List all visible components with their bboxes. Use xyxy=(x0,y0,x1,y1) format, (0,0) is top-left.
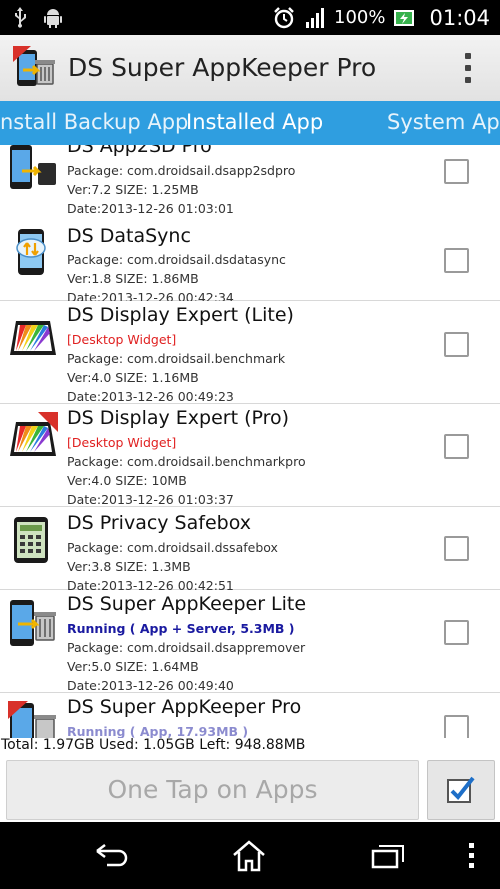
app-date: Date:2013-12-26 01:03:37 xyxy=(67,492,234,507)
appkeeper-pro-icon xyxy=(8,701,56,738)
display-expert-pro-icon xyxy=(10,412,58,456)
running-status: Running ( App, 17.93MB ) xyxy=(67,724,249,738)
datasync-icon xyxy=(16,229,46,275)
app-checkbox[interactable] xyxy=(444,332,469,357)
action-bar: DS Super AppKeeper Pro xyxy=(0,35,500,102)
usb-icon xyxy=(15,7,26,28)
alarm-icon xyxy=(274,6,294,28)
select-all-button[interactable] xyxy=(427,760,495,820)
status-bar: 100% 01:04 xyxy=(0,0,500,35)
app-checkbox[interactable] xyxy=(444,434,469,459)
app-list[interactable]: DS App2SD Pro Package: com.droidsail.dsa… xyxy=(0,145,500,738)
tab-installed-app[interactable]: Installed App xyxy=(186,110,323,134)
app-checkbox[interactable] xyxy=(444,248,469,273)
app-package: Package: com.droidsail.dsapp2sdpro xyxy=(67,163,296,178)
list-item[interactable]: DS Display Expert (Pro) [Desktop Widget]… xyxy=(0,404,500,507)
app-package: Package: com.droidsail.dsappremover xyxy=(67,640,306,655)
navigation-bar xyxy=(0,822,500,889)
app-package: Package: com.droidsail.benchmark xyxy=(67,351,286,366)
app-date: Date:2013-12-26 00:49:40 xyxy=(67,678,234,693)
bottom-action-bar: One Tap on Apps xyxy=(0,756,500,822)
desktop-widget-tag: [Desktop Widget] xyxy=(67,435,177,450)
app-name: DS Super AppKeeper Lite xyxy=(67,593,307,615)
list-item[interactable]: DS App2SD Pro Package: com.droidsail.dsa… xyxy=(0,145,500,220)
list-item[interactable]: DS Super AppKeeper Lite Running ( App + … xyxy=(0,590,500,693)
battery-charging-icon xyxy=(394,9,415,26)
app-name: DS Display Expert (Pro) xyxy=(67,407,290,429)
app-name: DS Super AppKeeper Pro xyxy=(67,696,302,718)
app-checkbox[interactable] xyxy=(444,620,469,645)
app-version-size: Ver:1.8 SIZE: 1.86MB xyxy=(67,271,199,286)
desktop-widget-tag: [Desktop Widget] xyxy=(67,332,177,347)
app-package: Package: com.droidsail.benchmarkpro xyxy=(67,454,306,469)
list-item[interactable]: DS Super AppKeeper Pro Running ( App, 17… xyxy=(0,693,500,738)
app-version-size: Ver:7.2 SIZE: 1.25MB xyxy=(67,182,199,197)
app-name: DS App2SD Pro xyxy=(67,145,212,157)
app-keeper-pro-icon[interactable] xyxy=(13,44,59,92)
app-version-size: Ver:3.8 SIZE: 1.3MB xyxy=(67,559,191,574)
app-version-size: Ver:5.0 SIZE: 1.64MB xyxy=(67,659,199,674)
overflow-menu-icon[interactable] xyxy=(464,53,472,83)
storage-summary: Total: 1.97GB Used: 1.05GB Left: 948.88M… xyxy=(1,737,306,753)
check-icon xyxy=(447,776,475,803)
app-package: Package: com.droidsail.dsdatasync xyxy=(67,252,286,267)
privacy-safebox-icon xyxy=(14,517,48,563)
tab-install-backup-app[interactable]: nstall Backup App xyxy=(0,110,188,134)
app-checkbox[interactable] xyxy=(444,715,469,738)
app-checkbox[interactable] xyxy=(444,536,469,561)
running-status: Running ( App + Server, 5.3MB ) xyxy=(67,621,295,636)
app-version-size: Ver:4.0 SIZE: 1.16MB xyxy=(67,370,199,385)
home-icon[interactable] xyxy=(231,839,267,873)
android-icon xyxy=(44,9,62,28)
app-version-size: Ver:4.0 SIZE: 10MB xyxy=(67,473,187,488)
menu-icon[interactable] xyxy=(467,839,477,873)
tab-system-app[interactable]: System App xyxy=(387,110,500,134)
appkeeper-lite-icon xyxy=(10,600,56,646)
list-item[interactable]: DS Privacy Safebox Package: com.droidsai… xyxy=(0,507,500,593)
app-name: DS Privacy Safebox xyxy=(67,512,251,534)
list-item[interactable]: DS DataSync Package: com.droidsail.dsdat… xyxy=(0,219,500,305)
tab-bar: nstall Backup App Installed App System A… xyxy=(0,101,500,145)
app2sd-pro-icon xyxy=(10,145,56,189)
app-title: DS Super AppKeeper Pro xyxy=(68,53,377,82)
clock: 01:04 xyxy=(429,5,490,30)
app-date: Date:2013-12-26 00:49:23 xyxy=(67,389,234,404)
recent-apps-icon[interactable] xyxy=(370,839,406,873)
display-expert-icon xyxy=(10,321,56,355)
one-tap-button[interactable]: One Tap on Apps xyxy=(6,760,419,820)
app-name: DS Display Expert (Lite) xyxy=(67,304,294,326)
battery-percent: 100% xyxy=(334,7,386,28)
app-checkbox[interactable] xyxy=(444,159,469,184)
app-package: Package: com.droidsail.dssafebox xyxy=(67,540,278,555)
list-item[interactable]: DS Display Expert (Lite) [Desktop Widget… xyxy=(0,301,500,404)
back-icon[interactable] xyxy=(93,839,129,873)
signal-icon xyxy=(306,7,324,28)
app-date: Date:2013-12-26 01:03:01 xyxy=(67,201,234,216)
app-name: DS DataSync xyxy=(67,225,191,247)
